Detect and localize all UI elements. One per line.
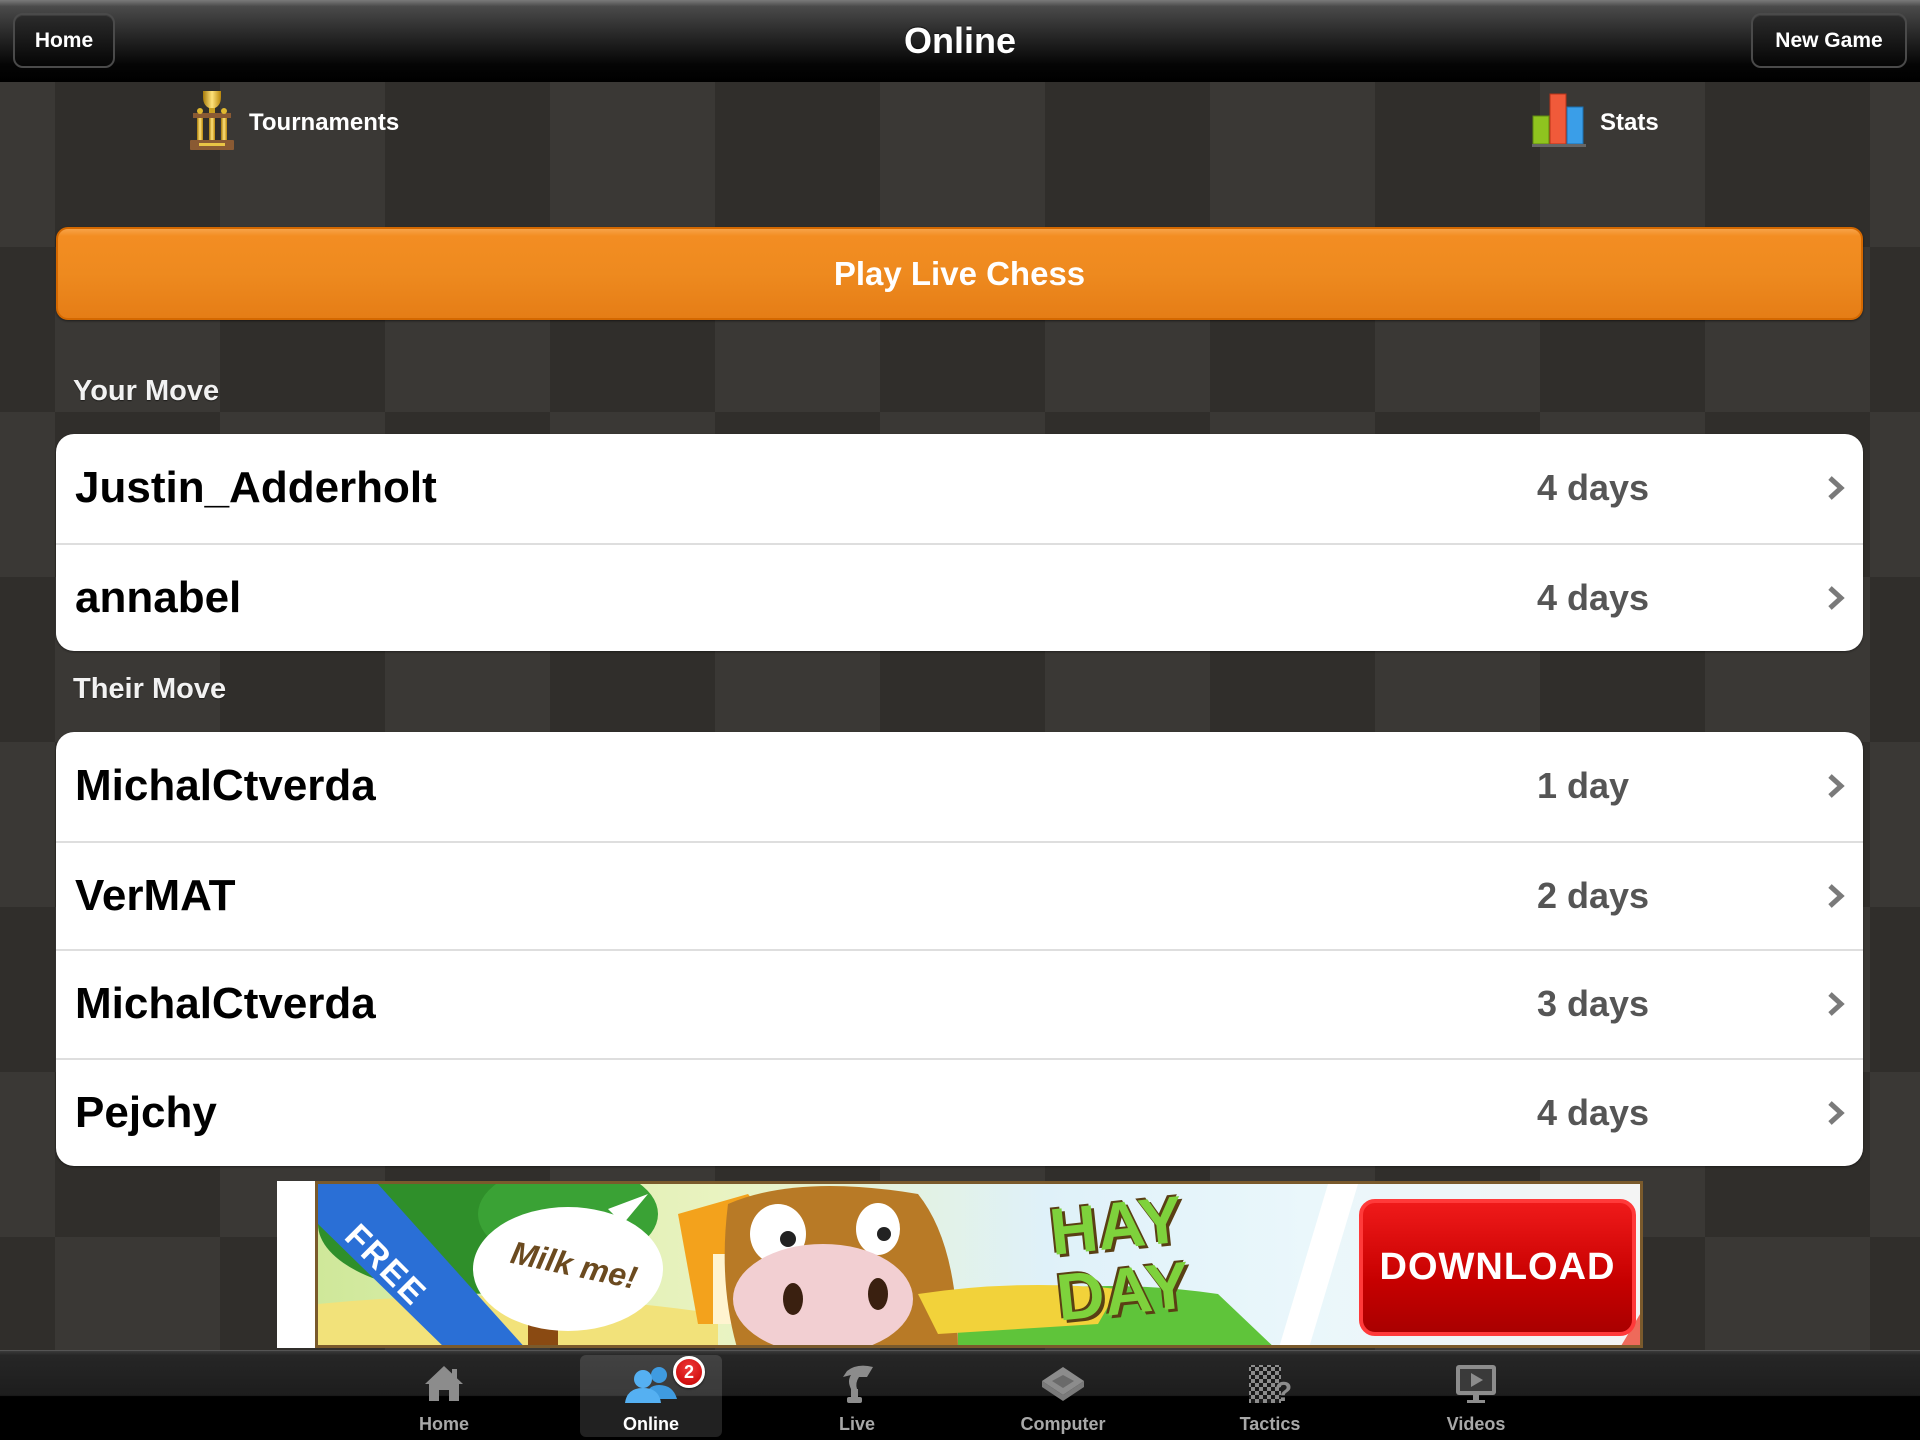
tab-home[interactable]: Home bbox=[373, 1355, 515, 1437]
game-row[interactable]: MichalCtverda 3 days bbox=[56, 949, 1863, 1058]
people-icon bbox=[625, 1367, 677, 1403]
notification-badge: 2 bbox=[673, 1356, 705, 1388]
chevron-right-icon bbox=[1828, 476, 1845, 501]
knight-icon bbox=[843, 1365, 873, 1403]
tab-videos[interactable]: Videos bbox=[1405, 1355, 1547, 1437]
navigation-bar: Home Online New Game bbox=[0, 0, 1920, 82]
tournaments-label: Tournaments bbox=[249, 109, 400, 136]
game-row[interactable]: MichalCtverda 1 day bbox=[56, 732, 1863, 841]
ad-image: FREE Milk me! HAY DAY DOWNLOAD bbox=[315, 1181, 1643, 1348]
their-move-heading: Their Move bbox=[73, 673, 227, 705]
tab-online[interactable]: 2 Online bbox=[580, 1355, 722, 1437]
ad-banner[interactable]: FREE Milk me! HAY DAY DOWNLOAD bbox=[277, 1181, 1643, 1348]
their-move-list: MichalCtverda 1 day VerMAT 2 days Michal… bbox=[56, 732, 1863, 1166]
time-remaining: 1 day bbox=[1537, 765, 1630, 807]
house-icon bbox=[425, 1366, 463, 1401]
tab-label: Live bbox=[838, 1414, 876, 1434]
tab-bar: Home 2 Online Live Computer ? Tactics Vi… bbox=[0, 1350, 1920, 1440]
ad-download-button[interactable]: DOWNLOAD bbox=[1359, 1199, 1636, 1336]
game-row[interactable]: Justin_Adderholt 4 days bbox=[56, 434, 1863, 543]
tab-label: Videos bbox=[1446, 1414, 1506, 1434]
play-live-chess-button[interactable]: Play Live Chess bbox=[56, 227, 1863, 320]
chevron-right-icon bbox=[1828, 585, 1845, 610]
time-remaining: 2 days bbox=[1537, 874, 1650, 916]
svg-text:?: ? bbox=[1275, 1376, 1292, 1405]
opponent-name: Justin_Adderholt bbox=[75, 463, 437, 513]
chevron-right-icon bbox=[1828, 883, 1845, 908]
game-row[interactable]: Pejchy 4 days bbox=[56, 1057, 1863, 1167]
opponent-name: annabel bbox=[75, 572, 242, 622]
stats-label: Stats bbox=[1600, 109, 1659, 136]
time-remaining: 3 days bbox=[1537, 983, 1650, 1025]
tab-tactics[interactable]: ? Tactics bbox=[1199, 1355, 1341, 1437]
game-row[interactable]: annabel 4 days bbox=[56, 542, 1863, 652]
tab-live[interactable]: Live bbox=[786, 1355, 928, 1437]
tab-label: Tactics bbox=[1239, 1414, 1301, 1434]
chevron-right-icon bbox=[1828, 774, 1845, 799]
tab-label: Online bbox=[622, 1414, 679, 1434]
your-move-heading: Your Move bbox=[73, 375, 220, 407]
time-remaining: 4 days bbox=[1537, 1091, 1650, 1133]
tab-label: Computer bbox=[1020, 1414, 1106, 1434]
chevron-right-icon bbox=[1828, 1100, 1845, 1125]
ad-logo-line2: DAY bbox=[1052, 1247, 1194, 1335]
checkerboard-question-icon: ? bbox=[1249, 1365, 1292, 1405]
tournaments-link[interactable]: Tournaments bbox=[189, 90, 399, 156]
ad-logo: HAY DAY bbox=[1046, 1184, 1194, 1335]
new-game-button[interactable]: New Game bbox=[1751, 13, 1907, 68]
chevron-right-icon bbox=[1828, 992, 1845, 1017]
time-remaining: 4 days bbox=[1537, 576, 1650, 618]
bar-chart-icon bbox=[1532, 92, 1586, 155]
your-move-list: Justin_Adderholt 4 days annabel 4 days bbox=[56, 434, 1863, 651]
monitor-play-icon bbox=[1456, 1365, 1496, 1403]
opponent-name: VerMAT bbox=[75, 870, 236, 920]
opponent-name: MichalCtverda bbox=[75, 761, 376, 811]
tab-label: Home bbox=[418, 1414, 469, 1434]
home-button[interactable]: Home bbox=[13, 13, 115, 68]
stats-link[interactable]: Stats bbox=[1532, 90, 1659, 156]
time-remaining: 4 days bbox=[1537, 467, 1650, 509]
opponent-name: Pejchy bbox=[75, 1087, 217, 1137]
game-row[interactable]: VerMAT 2 days bbox=[56, 840, 1863, 950]
page-title: Online bbox=[903, 20, 1016, 61]
trophy-icon bbox=[189, 89, 235, 158]
tab-computer[interactable]: Computer bbox=[992, 1355, 1134, 1437]
chip-icon bbox=[1042, 1367, 1084, 1401]
opponent-name: MichalCtverda bbox=[75, 979, 376, 1029]
